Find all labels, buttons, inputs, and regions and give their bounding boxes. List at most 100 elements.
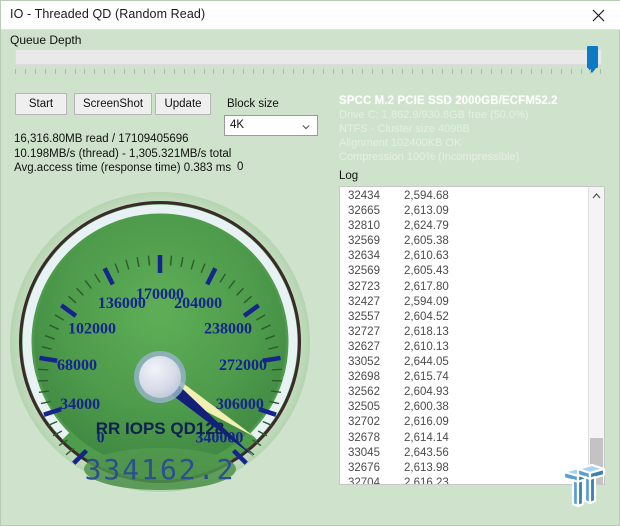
log-iops: 32727: [348, 325, 404, 340]
log-row: 325572,604.52: [340, 310, 585, 325]
log-row: 325052,600.38: [340, 400, 585, 415]
stats-block: 16,316.80MB read / 17109405696 10.198MB/…: [14, 132, 231, 176]
queue-depth-label: Queue Depth: [10, 33, 81, 47]
update-button[interactable]: Update: [155, 93, 211, 115]
log-row: 326272,610.13: [340, 340, 585, 355]
drive-filesystem: NTFS - Cluster size 4096B: [339, 123, 609, 136]
drive-model: SPCC M.2 PCIE SSD 2000GB/ECFM52.2: [339, 95, 609, 108]
log-mbs: 2,613.09: [404, 204, 474, 219]
log-row: 327272,618.13: [340, 325, 585, 340]
close-button[interactable]: [576, 1, 620, 29]
stat-read-total: 16,316.80MB read / 17109405696: [14, 132, 231, 147]
gauge-tick: [272, 369, 282, 370]
log-row: 326342,610.63: [340, 249, 585, 264]
log-row: 330522,644.05: [340, 355, 585, 370]
log-iops: 32702: [348, 415, 404, 430]
log-iops: 32704: [348, 476, 404, 485]
gauge-tick-label: 68000: [57, 357, 97, 374]
gauge-tick-label: 238000: [204, 321, 252, 338]
io-benchmark-window: IO - Threaded QD (Random Read) Queue Dep…: [0, 0, 620, 526]
gauge-title: RR IOPS QD128: [96, 419, 225, 438]
log-mbs: 2,604.93: [404, 385, 474, 400]
log-row: 327042,616.23: [340, 476, 585, 485]
log-mbs: 2,610.13: [404, 340, 474, 355]
iops-gauge: 0340006800010200013600017000020400023800…: [9, 191, 311, 493]
gauge-tick: [171, 256, 172, 266]
log-iops: 32723: [348, 280, 404, 295]
stat-throughput: 10.198MB/s (thread) - 1,305.321MB/s tota…: [14, 147, 231, 162]
scrollbar-up-button[interactable]: [589, 187, 604, 204]
log-row: 328102,624.79: [340, 219, 585, 234]
log-mbs: 2,614.14: [404, 431, 474, 446]
log-mbs: 2,594.68: [404, 189, 474, 204]
log-iops: 32634: [348, 249, 404, 264]
log-mbs: 2,613.98: [404, 461, 474, 476]
log-mbs: 2,616.23: [404, 476, 474, 485]
drive-info-panel: SPCC M.2 PCIE SSD 2000GB/ECFM52.2 Drive …: [339, 95, 609, 164]
log-row: 325622,604.93: [340, 385, 585, 400]
drive-capacity: Drive C: 1,862.9/930.8GB free (50.0%): [339, 109, 609, 122]
log-row: 330452,643.56: [340, 446, 585, 461]
gauge-tick-label: 306000: [216, 396, 264, 413]
log-mbs: 2,600.38: [404, 400, 474, 415]
log-iops: 32434: [348, 189, 404, 204]
log-mbs: 2,643.56: [404, 446, 474, 461]
gauge-tick: [40, 358, 58, 361]
log-mbs: 2,624.79: [404, 219, 474, 234]
log-label: Log: [339, 170, 358, 182]
log-row: 327022,616.09: [340, 415, 585, 430]
log-iops: 32562: [348, 385, 404, 400]
log-mbs: 2,610.63: [404, 249, 474, 264]
log-row: 325692,605.43: [340, 264, 585, 279]
start-button[interactable]: Start: [15, 93, 67, 115]
gauge-tick-label: 204000: [174, 295, 222, 312]
log-mbs: 2,604.52: [404, 310, 474, 325]
log-mbs: 2,617.80: [404, 280, 474, 295]
gauge-tick-label: 34000: [60, 396, 100, 413]
window-title: IO - Threaded QD (Random Read): [10, 7, 205, 21]
log-iops: 32627: [348, 340, 404, 355]
log-iops: 33052: [348, 355, 404, 370]
log-iops: 32810: [348, 219, 404, 234]
gauge-tick: [149, 256, 150, 266]
stat-zero-value: 0: [237, 161, 243, 173]
log-row: 326652,613.09: [340, 204, 585, 219]
log-iops: 32678: [348, 431, 404, 446]
log-mbs: 2,616.09: [404, 415, 474, 430]
gauge-digital-readout: 334162.2: [85, 453, 236, 486]
title-bar: IO - Threaded QD (Random Read): [1, 1, 620, 30]
block-size-label: Block size: [227, 98, 279, 110]
gauge-tick-label: 102000: [68, 321, 116, 338]
slider-ticks: [15, 69, 602, 76]
gauge-tick-label: 272000: [219, 357, 267, 374]
screenshot-button[interactable]: ScreenShot: [74, 93, 152, 115]
log-panel[interactable]: 324342,594.68326652,613.09328102,624.793…: [339, 186, 605, 485]
log-mbs: 2,605.38: [404, 234, 474, 249]
log-iops: 32557: [348, 310, 404, 325]
slider-track[interactable]: [15, 49, 602, 65]
block-size-value: 4K: [230, 119, 244, 131]
log-list: 324342,594.68326652,613.09328102,624.793…: [340, 189, 585, 485]
log-iops: 33045: [348, 446, 404, 461]
log-row: 326782,614.14: [340, 431, 585, 446]
log-mbs: 2,618.13: [404, 325, 474, 340]
log-iops: 32569: [348, 234, 404, 249]
slider-thumb[interactable]: [587, 46, 598, 68]
chevron-up-icon: [592, 193, 601, 199]
log-row: 326762,613.98: [340, 461, 585, 476]
queue-depth-slider[interactable]: [15, 49, 602, 77]
log-row: 326982,615.74: [340, 370, 585, 385]
log-scrollbar[interactable]: [588, 187, 604, 484]
tweaktown-tt-logo: [554, 460, 610, 516]
log-row: 324272,594.09: [340, 295, 585, 310]
log-mbs: 2,605.43: [404, 264, 474, 279]
log-iops: 32505: [348, 400, 404, 415]
drive-alignment: Alignment 102400KB OK: [339, 137, 609, 150]
log-iops: 32676: [348, 461, 404, 476]
close-icon: [592, 9, 605, 22]
log-mbs: 2,644.05: [404, 355, 474, 370]
log-row: 327232,617.80: [340, 280, 585, 295]
log-mbs: 2,594.09: [404, 295, 474, 310]
log-row: 324342,594.68: [340, 189, 585, 204]
block-size-select[interactable]: 4K: [224, 115, 318, 136]
